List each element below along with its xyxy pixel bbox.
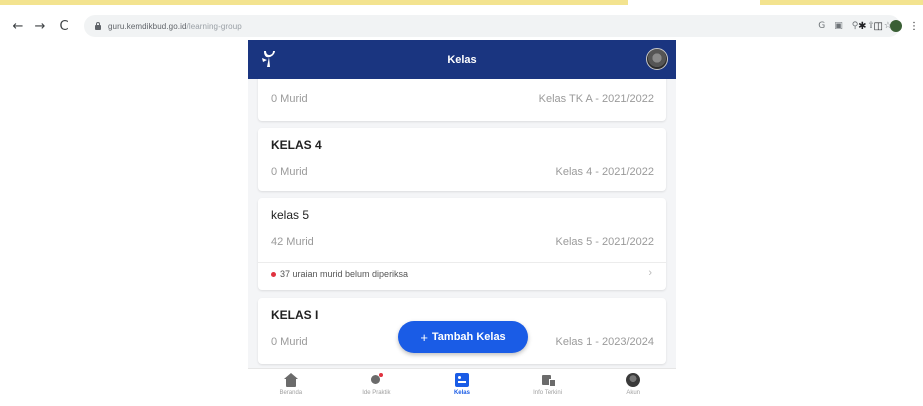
page-title: Kelas — [447, 53, 477, 66]
chevron-right-icon: › — [648, 267, 652, 279]
class-name: KELAS I — [271, 308, 319, 322]
address-bar[interactable]: guru.kemdikbud.go.id/learning-group G ▣ … — [84, 15, 900, 37]
url-path: /learning-group — [186, 21, 242, 31]
lock-icon[interactable] — [92, 20, 104, 32]
url-text[interactable]: guru.kemdikbud.go.id/learning-group — [108, 22, 242, 31]
reload-button[interactable]: C — [54, 16, 74, 36]
class-grade-year: Kelas 1 - 2023/2024 — [555, 336, 654, 348]
nav-item-beranda[interactable]: Beranda — [248, 369, 334, 406]
app-header: Kelas — [248, 40, 676, 79]
tab-strip-segment — [0, 0, 628, 5]
class-card[interactable]: 0 Murid Kelas TK A - 2021/2022 — [258, 79, 666, 121]
profile-avatar[interactable] — [646, 48, 668, 70]
tab-strip-segment — [760, 0, 923, 5]
plus-icon: + — [420, 329, 428, 345]
browser-toolbar: ← → C guru.kemdikbud.go.id/learning-grou… — [0, 12, 923, 40]
class-grade-year: Kelas 4 - 2021/2022 — [555, 166, 654, 178]
account-icon — [626, 373, 641, 387]
warning-dot-icon — [271, 272, 276, 277]
nav-label: Beranda — [279, 390, 303, 396]
idea-icon — [369, 373, 384, 387]
news-icon — [541, 373, 556, 387]
translate-icon[interactable]: ▣ — [834, 21, 843, 31]
google-icon[interactable]: G — [818, 21, 825, 31]
class-card[interactable]: KELAS 4 0 Murid Kelas 4 - 2021/2022 — [258, 128, 666, 191]
class-name: kelas 5 — [271, 208, 310, 222]
app-logo-icon[interactable] — [258, 48, 280, 70]
student-count: 42 Murid — [271, 236, 314, 248]
profile-avatar-icon[interactable] — [890, 20, 902, 32]
class-icon — [454, 373, 469, 387]
add-class-button[interactable]: + Tambah Kelas — [398, 321, 528, 353]
class-card[interactable]: kelas 5 42 Murid Kelas 5 - 2021/2022 37 … — [258, 198, 666, 290]
extensions-puzzle-icon[interactable]: ✱ — [858, 21, 866, 32]
student-count: 0 Murid — [271, 166, 308, 178]
nav-label: Ide Praktik — [362, 390, 391, 396]
forward-button[interactable]: → — [30, 16, 50, 36]
nav-label: Info Terkini — [533, 390, 563, 396]
bottom-navigation: Beranda Ide Praktik Kelas Info Terkini A… — [248, 368, 676, 406]
extension-icons: ✱ ◫ ⋮ — [858, 15, 919, 37]
student-count: 0 Murid — [271, 336, 308, 348]
url-host: guru.kemdikbud.go.id — [108, 21, 187, 31]
browser-top-strip — [0, 0, 923, 12]
student-count: 0 Murid — [271, 93, 308, 105]
class-name: KELAS 4 — [271, 138, 322, 152]
back-button[interactable]: ← — [8, 16, 28, 36]
nav-item-akun[interactable]: Akun — [590, 369, 676, 406]
class-grade-year: Kelas TK A - 2021/2022 — [538, 93, 654, 105]
nav-item-info-terkini[interactable]: Info Terkini — [505, 369, 591, 406]
home-icon — [283, 373, 298, 387]
nav-item-kelas[interactable]: Kelas — [419, 369, 505, 406]
unchecked-answers-notice[interactable]: 37 uraian murid belum diperiksa › — [258, 262, 666, 286]
add-class-label: Tambah Kelas — [431, 331, 506, 343]
side-panel-icon[interactable]: ◫ — [874, 21, 883, 32]
app-frame: Kelas 0 Murid Kelas TK A - 2021/2022 KEL… — [248, 40, 676, 406]
class-grade-year: Kelas 5 - 2021/2022 — [555, 236, 654, 248]
nav-item-ide-praktik[interactable]: Ide Praktik — [334, 369, 420, 406]
nav-label: Kelas — [453, 390, 470, 396]
browser-menu-icon[interactable]: ⋮ — [909, 21, 919, 32]
nav-label: Akun — [626, 390, 641, 396]
unchecked-answers-text: 37 uraian murid belum diperiksa — [280, 269, 409, 279]
